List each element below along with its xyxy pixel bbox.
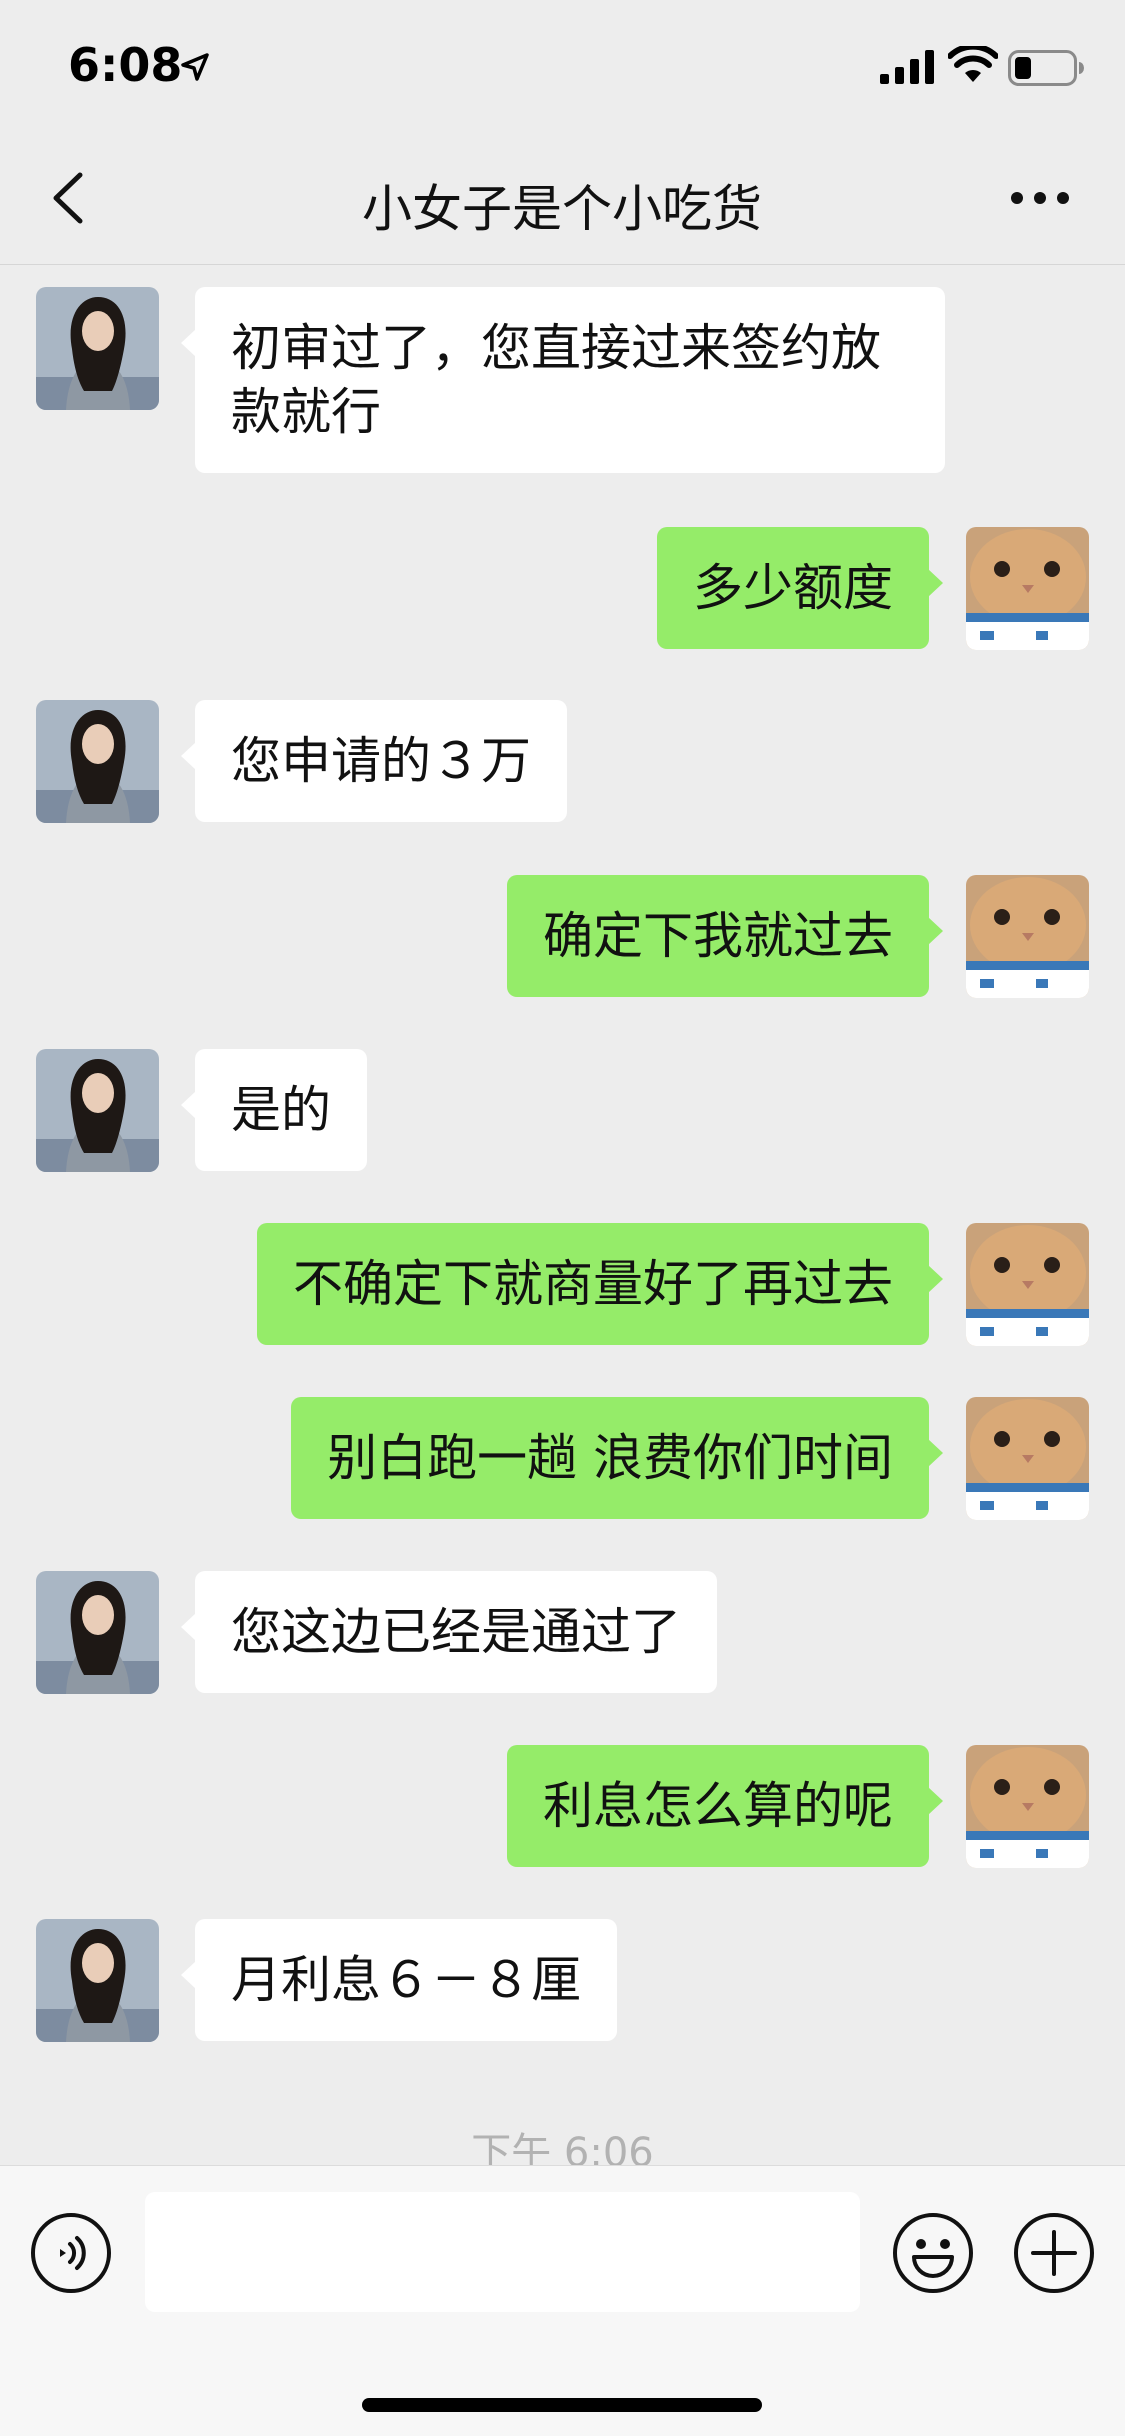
message-text: 不确定下就商量好了再过去	[293, 1255, 893, 1313]
message-input[interactable]	[145, 2192, 860, 2312]
more-dots-icon	[1011, 192, 1069, 204]
message-text: 月利息６－８厘	[231, 1951, 581, 2009]
contact-avatar[interactable]	[36, 1919, 159, 2042]
message-bubble-outgoing[interactable]: 不确定下就商量好了再过去	[257, 1223, 943, 1345]
back-button[interactable]	[40, 163, 100, 233]
my-avatar[interactable]	[966, 1223, 1089, 1346]
emoji-button[interactable]	[892, 2212, 974, 2294]
status-bar: 6:08	[0, 0, 1125, 135]
chat-header: 小女子是个小吃货	[0, 135, 1125, 265]
contact-avatar[interactable]	[36, 1049, 159, 1172]
contact-avatar[interactable]	[36, 700, 159, 823]
message-list[interactable]: 初审过了，您直接过来签约放 款就行 多少额度 您申请的３万 确定下我就过去 是的…	[0, 265, 1125, 2165]
my-avatar[interactable]	[966, 875, 1089, 998]
status-time: 6:08	[68, 38, 183, 92]
message-text: 初审过了，您直接过来签约放	[231, 319, 881, 377]
my-avatar[interactable]	[966, 527, 1089, 650]
message-bubble-incoming[interactable]: 您申请的３万	[181, 700, 567, 822]
message-text: 利息怎么算的呢	[543, 1777, 893, 1835]
chat-title: 小女子是个小吃货	[362, 180, 762, 238]
chevron-left-icon	[53, 172, 83, 224]
message-text: 多少额度	[693, 559, 893, 617]
input-bar	[0, 2165, 1125, 2436]
my-avatar[interactable]	[966, 1397, 1089, 1520]
message-bubble-incoming[interactable]: 初审过了，您直接过来签约放 款就行	[181, 287, 945, 473]
voice-icon	[31, 2213, 111, 2293]
voice-button[interactable]	[30, 2212, 112, 2294]
message-bubble-outgoing[interactable]: 多少额度	[657, 527, 943, 649]
message-bubble-outgoing[interactable]: 确定下我就过去	[507, 875, 943, 997]
emoji-icon	[893, 2213, 973, 2293]
message-bubble-incoming[interactable]: 是的	[181, 1049, 367, 1171]
my-avatar[interactable]	[966, 1745, 1089, 1868]
message-bubble-outgoing[interactable]: 利息怎么算的呢	[507, 1745, 943, 1867]
home-indicator	[362, 2398, 762, 2412]
message-text: 是的	[231, 1081, 331, 1139]
plus-button[interactable]	[1013, 2212, 1095, 2294]
contact-avatar[interactable]	[36, 287, 159, 410]
battery-icon	[1008, 50, 1084, 86]
message-text: 款就行	[231, 383, 381, 441]
message-bubble-incoming[interactable]: 月利息６－８厘	[181, 1919, 617, 2041]
plus-icon	[1014, 2213, 1094, 2293]
message-bubble-incoming[interactable]: 您这边已经是通过了	[181, 1571, 717, 1693]
message-text: 确定下我就过去	[543, 907, 893, 965]
more-button[interactable]	[1005, 173, 1075, 223]
message-bubble-outgoing[interactable]: 别白跑一趟 浪费你们时间	[291, 1397, 943, 1519]
wifi-icon	[948, 46, 998, 82]
message-text: 您这边已经是通过了	[231, 1603, 681, 1661]
signal-icon	[880, 50, 934, 84]
message-text: 别白跑一趟 浪费你们时间	[327, 1429, 893, 1487]
message-text: 您申请的３万	[231, 732, 531, 790]
contact-avatar[interactable]	[36, 1571, 159, 1694]
location-arrow-icon	[181, 53, 209, 81]
